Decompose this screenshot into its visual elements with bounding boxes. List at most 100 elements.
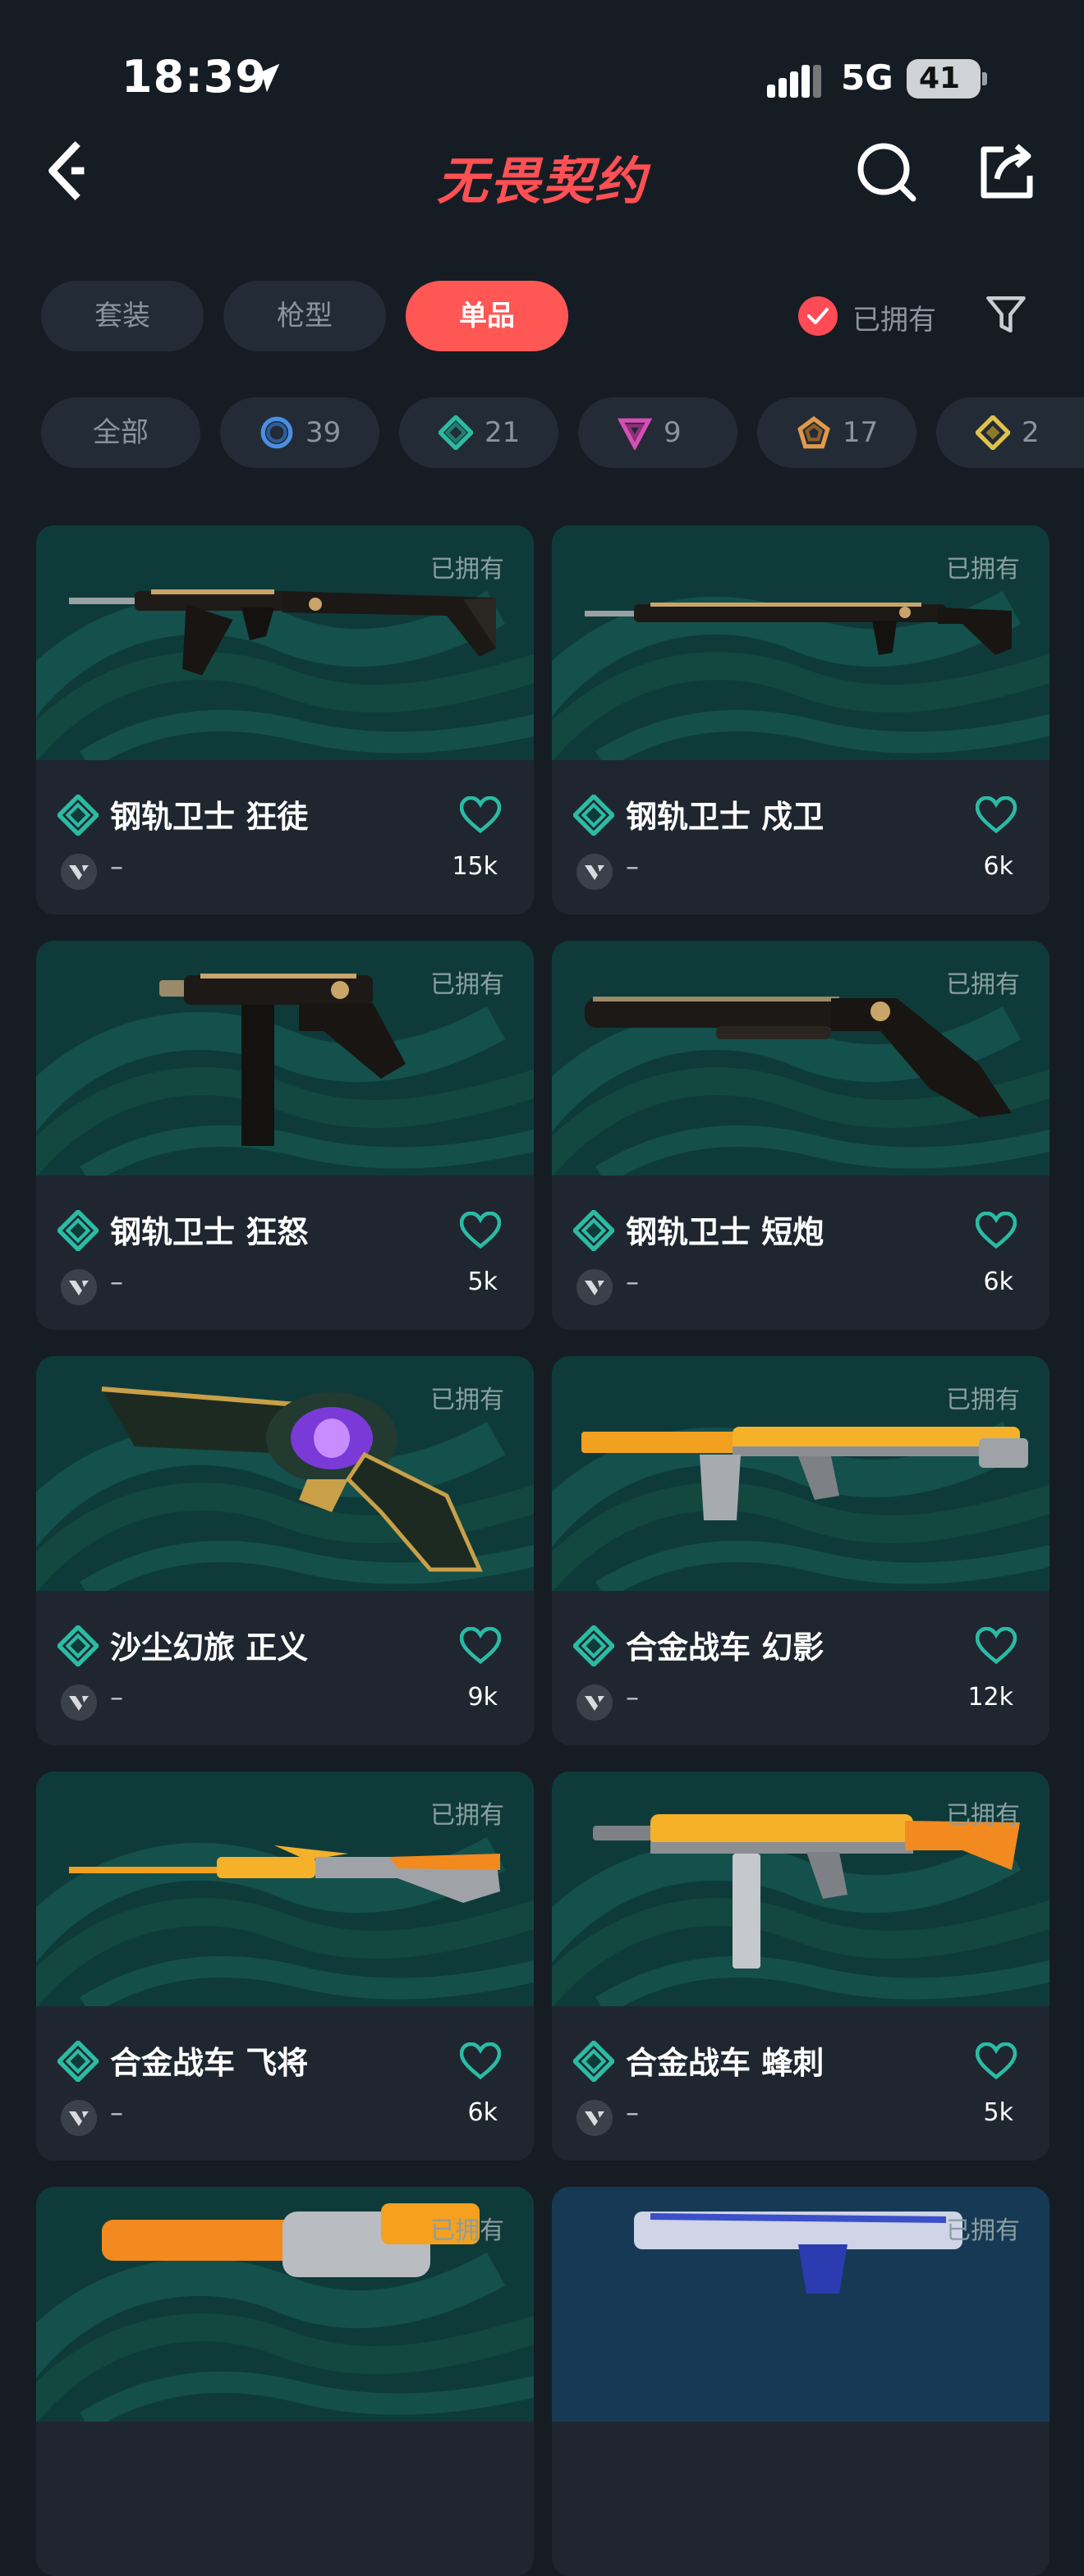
rarity-exclusive-icon — [797, 415, 830, 449]
item-name: 沙尘幻旅 正义 — [110, 1629, 309, 1666]
owned-tag: 已拥有 — [430, 1386, 504, 1414]
page-title: 无畏契约 — [436, 151, 647, 211]
location-arrow-icon — [250, 63, 280, 93]
item-info: 合金战车 幻影 – 12k — [552, 1591, 1050, 1745]
item-image: 已拥有 — [36, 1356, 534, 1591]
owned-tag: 已拥有 — [946, 2216, 1020, 2245]
chip-rarity-select[interactable]: 39 — [220, 397, 379, 468]
like-count: 9k — [467, 1683, 498, 1712]
item-name: 钢轨卫士 短炮 — [626, 1214, 824, 1250]
item-image: 已拥有 — [552, 1356, 1050, 1591]
heart-icon[interactable] — [460, 2042, 501, 2080]
heart-icon[interactable] — [976, 2042, 1017, 2080]
like-count: 6k — [983, 852, 1013, 881]
chip-count: 17 — [843, 416, 879, 449]
item-subtitle: – — [110, 850, 123, 882]
item-card[interactable]: 已拥有钢轨卫士 戍卫 – 6k — [552, 525, 1050, 914]
chip-rarity-deluxe[interactable]: 21 — [399, 397, 558, 468]
valorant-badge-icon — [576, 1684, 613, 1721]
rarity-premium-icon — [618, 418, 652, 450]
owned-tag: 已拥有 — [946, 970, 1020, 999]
item-card[interactable]: 已拥有钢轨卫士 狂怒 – 5k — [36, 941, 534, 1330]
owned-filter-label[interactable]: 已拥有 — [852, 297, 936, 337]
item-subtitle: – — [626, 2097, 639, 2128]
item-image: 已拥有 — [552, 941, 1050, 1176]
search-icon[interactable] — [854, 140, 920, 205]
rarity-select-icon — [260, 416, 293, 449]
item-info: 合金战车 飞将 – 6k — [36, 2006, 534, 2161]
valorant-badge-icon — [61, 854, 97, 890]
like-count: 6k — [467, 2098, 498, 2127]
item-image: 已拥有 — [552, 1772, 1050, 2006]
tab-gun-type[interactable]: 枪型 — [223, 281, 386, 351]
tab-single-item[interactable]: 单品 — [406, 281, 568, 351]
filter-icon[interactable] — [984, 292, 1028, 337]
heart-icon[interactable] — [976, 1627, 1017, 1665]
chip-rarity-ultra[interactable]: 2 — [936, 397, 1084, 468]
item-subtitle: – — [110, 1681, 123, 1712]
item-info: 钢轨卫士 狂怒 – 5k — [36, 1176, 534, 1330]
chip-all[interactable]: 全部 — [41, 397, 200, 468]
item-info: 沙尘幻旅 正义 – 9k — [36, 1591, 534, 1745]
valorant-badge-icon — [61, 1269, 97, 1305]
item-card[interactable]: 已拥有钢轨卫士 狂徒 – 15k — [36, 525, 534, 914]
item-info: 钢轨卫士 戍卫 – 6k — [552, 760, 1050, 914]
rarity-ultra-icon — [976, 415, 1010, 450]
item-info: 钢轨卫士 狂徒 – 15k — [36, 760, 534, 914]
status-bar: 18:39 5G 41 — [0, 0, 1084, 123]
item-name: 合金战车 蜂刺 — [626, 2045, 824, 2081]
chip-rarity-exclusive[interactable]: 17 — [757, 397, 916, 468]
rarity-deluxe-icon — [57, 795, 99, 836]
tab-set[interactable]: 套装 — [41, 281, 204, 351]
owned-tag: 已拥有 — [946, 1801, 1020, 1830]
signal-icon — [767, 65, 821, 98]
owned-checkbox[interactable] — [798, 296, 838, 336]
chip-count: 9 — [664, 416, 682, 449]
item-card[interactable]: 已拥有合金战车 幻影 – 12k — [552, 1356, 1050, 1745]
rarity-deluxe-icon — [439, 415, 473, 450]
item-card[interactable]: 已拥有合金战车 飞将 – 6k — [36, 1772, 534, 2161]
heart-icon[interactable] — [460, 1212, 501, 1249]
chip-rarity-premium[interactable]: 9 — [578, 397, 737, 468]
item-image: 已拥有 — [552, 2187, 1050, 2422]
owned-tag: 已拥有 — [430, 970, 504, 999]
valorant-badge-icon — [576, 854, 613, 890]
item-card[interactable]: 已拥有 — [552, 2187, 1050, 2576]
like-count: 5k — [467, 1267, 498, 1296]
item-name: 钢轨卫士 戍卫 — [626, 799, 824, 835]
item-card[interactable]: 已拥有钢轨卫士 短炮 – 6k — [552, 941, 1050, 1330]
item-image: 已拥有 — [36, 525, 534, 760]
heart-icon[interactable] — [460, 1627, 501, 1665]
item-info: 合金战车 蜂刺 – 5k — [552, 2006, 1050, 2161]
rarity-deluxe-icon — [57, 2041, 99, 2082]
owned-tag: 已拥有 — [946, 555, 1020, 584]
heart-icon[interactable] — [976, 796, 1017, 834]
item-card[interactable]: 已拥有 — [36, 2187, 534, 2576]
owned-tag: 已拥有 — [430, 1801, 504, 1830]
valorant-badge-icon — [576, 1269, 613, 1305]
rarity-deluxe-icon — [57, 1210, 99, 1251]
heart-icon[interactable] — [460, 796, 501, 834]
battery-level: 41 — [918, 62, 961, 95]
valorant-badge-icon — [61, 2100, 97, 2136]
like-count: 12k — [967, 1683, 1013, 1712]
battery-cap — [982, 72, 987, 85]
item-subtitle: – — [626, 1681, 639, 1712]
item-info: 钢轨卫士 短炮 – 6k — [552, 1176, 1050, 1330]
item-card[interactable]: 已拥有 合金战车 蜂刺 – 5k — [552, 1772, 1050, 2161]
rarity-deluxe-icon — [573, 1625, 614, 1666]
owned-tag: 已拥有 — [430, 2216, 504, 2245]
item-name: 钢轨卫士 狂徒 — [110, 799, 309, 835]
item-subtitle: – — [626, 850, 639, 882]
valorant-badge-icon — [61, 1684, 97, 1721]
item-subtitle: – — [110, 1266, 123, 1297]
item-image: 已拥有 — [36, 941, 534, 1176]
heart-icon[interactable] — [976, 1212, 1017, 1249]
like-count: 15k — [452, 852, 498, 881]
item-name: 钢轨卫士 狂怒 — [110, 1214, 309, 1250]
item-card[interactable]: 已拥有沙尘幻旅 正义 – 9k — [36, 1356, 534, 1745]
owned-tag: 已拥有 — [430, 555, 504, 584]
rarity-deluxe-icon — [573, 795, 614, 836]
share-icon[interactable] — [974, 140, 1040, 205]
item-name: 合金战车 幻影 — [626, 1629, 824, 1666]
